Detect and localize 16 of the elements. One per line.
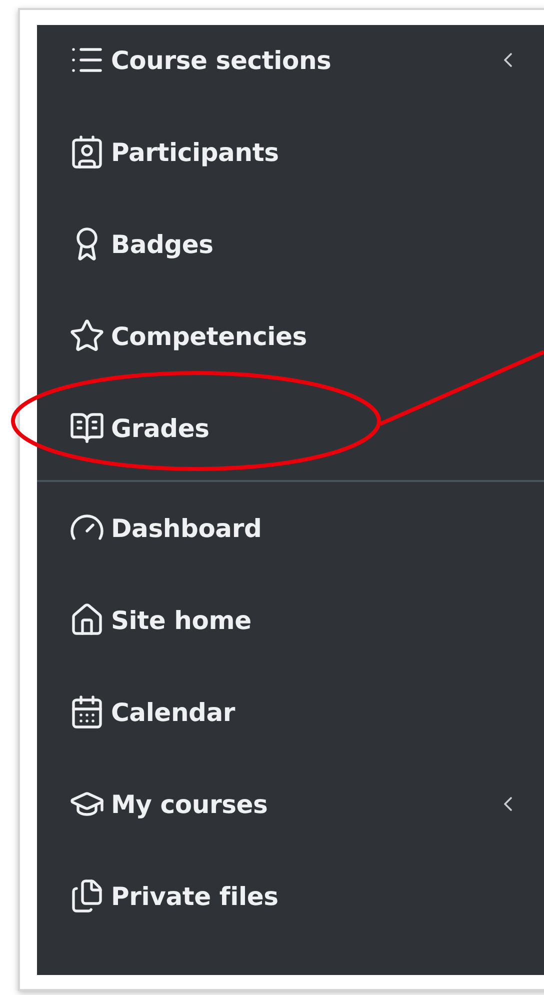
sidebar-item[interactable]: Private files (37, 850, 544, 942)
documents-icon (69, 878, 105, 914)
book-icon (69, 410, 105, 446)
calendar-icon (69, 694, 105, 730)
person-card-icon (69, 134, 105, 170)
sidebar-item[interactable]: Participants (37, 106, 544, 198)
sidebar-item[interactable]: My courses (37, 758, 544, 850)
sidebar-item[interactable]: Site home (37, 574, 544, 666)
house-icon (69, 602, 105, 638)
sidebar-item[interactable]: Dashboard (37, 482, 544, 574)
star-icon (69, 318, 105, 354)
sidebar-item[interactable]: Course sections (37, 25, 544, 106)
sidebar-item[interactable]: Badges (37, 198, 544, 290)
sidebar-item[interactable]: Grades (37, 382, 544, 474)
sidebar-item[interactable]: Calendar (37, 666, 544, 758)
sidebar-item[interactable]: Competencies (37, 290, 544, 382)
